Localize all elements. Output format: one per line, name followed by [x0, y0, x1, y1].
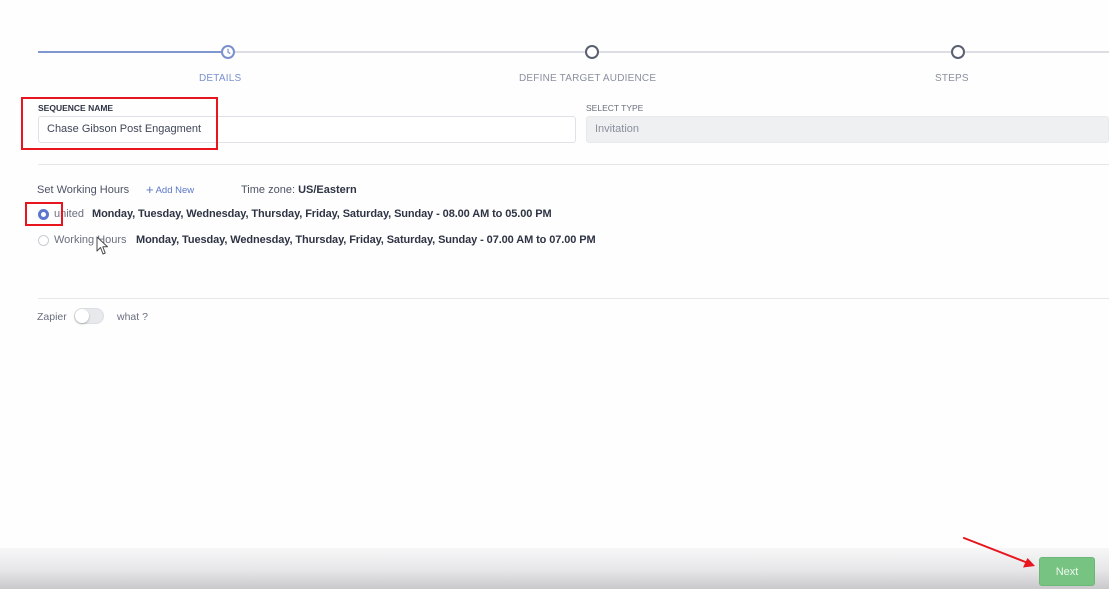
sequence-name-input[interactable]: Chase Gibson Post Engagment	[38, 116, 576, 143]
select-type-field[interactable]: Invitation	[586, 116, 1109, 143]
sequence-name-label: SEQUENCE NAME	[38, 103, 114, 113]
zapier-label: Zapier	[37, 311, 67, 323]
step-label-details[interactable]: DETAILS	[199, 73, 241, 84]
working-hours-option-name: united	[54, 208, 84, 220]
zapier-toggle[interactable]	[74, 308, 104, 324]
section-divider	[38, 164, 1109, 165]
footer-bar	[0, 548, 1109, 589]
section-divider	[38, 298, 1109, 299]
stepper-line-remaining	[228, 51, 1109, 53]
next-button[interactable]: Next	[1039, 557, 1095, 586]
toggle-knob	[75, 309, 89, 323]
select-type-label: SELECT TYPE	[586, 103, 644, 113]
working-hours-schedule: Monday, Tuesday, Wednesday, Thursday, Fr…	[136, 234, 596, 246]
working-hours-title: Set Working Hours	[37, 184, 130, 196]
clock-icon	[227, 48, 231, 55]
add-new-working-hours-link[interactable]: + Add New	[146, 182, 194, 197]
plus-icon: +	[146, 182, 154, 197]
step-label-define-target-audience[interactable]: DEFINE TARGET AUDIENCE	[519, 73, 656, 84]
step-label-steps[interactable]: STEPS	[935, 73, 969, 84]
add-new-label: Add New	[155, 185, 195, 196]
radio-button-working-hours[interactable]	[38, 235, 49, 246]
step-node-details[interactable]	[221, 45, 235, 59]
step-node-steps[interactable]	[951, 45, 965, 59]
timezone-display: Time zone: US/Eastern	[241, 184, 357, 196]
step-node-define-target-audience[interactable]	[585, 45, 599, 59]
working-hours-option-name: Working Hours	[54, 234, 127, 246]
working-hours-schedule: Monday, Tuesday, Wednesday, Thursday, Fr…	[92, 208, 552, 220]
mouse-cursor-icon	[96, 236, 108, 255]
timezone-label: Time zone:	[241, 184, 296, 196]
zapier-help-link[interactable]: what ?	[117, 311, 148, 323]
timezone-value: US/Eastern	[298, 184, 357, 196]
red-arrow-icon	[963, 537, 1035, 568]
stepper-line-completed	[38, 51, 228, 53]
radio-button-united[interactable]	[38, 209, 49, 220]
progress-stepper: DETAILS DEFINE TARGET AUDIENCE STEPS	[0, 0, 1109, 100]
